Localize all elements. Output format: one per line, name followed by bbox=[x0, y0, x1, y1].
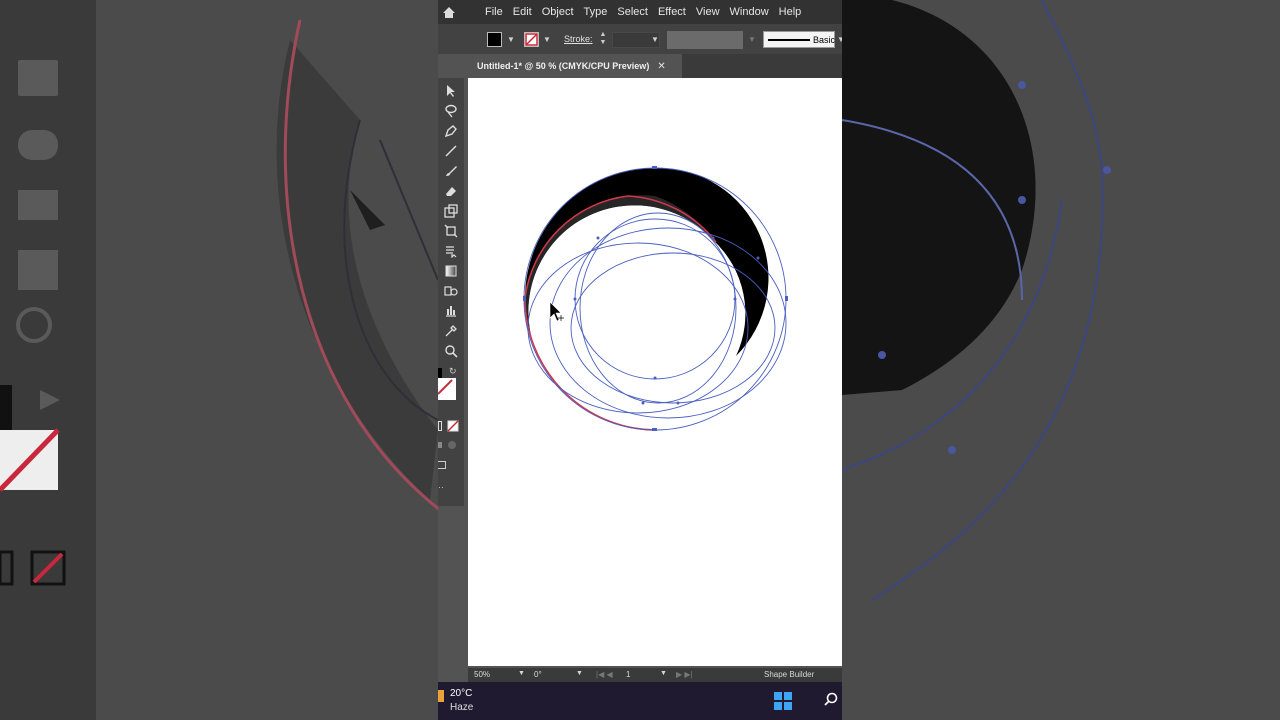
brush-definition-select[interactable]: Basic bbox=[763, 31, 835, 48]
gradient-tool-icon bbox=[445, 265, 457, 277]
zoom-tool[interactable] bbox=[441, 342, 461, 360]
weather-temperature[interactable]: 20°C bbox=[450, 688, 472, 699]
document-tab-bar: Untitled-1* @ 50 % (CMYK/CPU Preview) ✕ bbox=[468, 54, 842, 78]
control-bar: ▼ ▼ Stroke: ▲ ▼ ▼ ▼ Basic ▼ bbox=[438, 24, 842, 54]
none-mode-icon[interactable] bbox=[447, 420, 459, 432]
windows-taskbar: 20°C Haze bbox=[438, 682, 842, 720]
eyedropper-tool[interactable] bbox=[441, 322, 461, 340]
brush-dropdown-icon[interactable]: ▼ bbox=[837, 35, 842, 44]
right-zoom-artwork bbox=[842, 0, 1111, 601]
brush-definition-label: Basic bbox=[813, 35, 836, 45]
swap-fill-stroke-icon[interactable]: ↻ bbox=[449, 366, 457, 377]
weather-icon[interactable] bbox=[438, 690, 444, 702]
menu-effect[interactable]: Effect bbox=[653, 0, 691, 24]
eraser-tool[interactable] bbox=[441, 182, 461, 200]
artboard-nav-next-icon[interactable]: ▶ ▶| bbox=[676, 670, 693, 679]
lasso-tool[interactable] bbox=[441, 102, 461, 120]
line-tool-icon bbox=[445, 145, 457, 157]
draw-mode-buttons bbox=[438, 440, 462, 450]
menu-bar: File Edit Object Type Select Effect View… bbox=[438, 0, 842, 24]
right-zoom-background bbox=[842, 0, 1280, 720]
fill-stroke-widget[interactable]: ↻ bbox=[438, 366, 462, 414]
zoom-level[interactable]: 50% bbox=[474, 670, 490, 679]
document-tab[interactable]: Untitled-1* @ 50 % (CMYK/CPU Preview) ✕ bbox=[468, 54, 682, 78]
selection-tool[interactable] bbox=[441, 82, 461, 100]
draw-normal-icon[interactable] bbox=[438, 442, 442, 448]
shape-builder-tool[interactable] bbox=[441, 242, 461, 260]
left-zoom-artwork bbox=[0, 19, 438, 586]
menu-view[interactable]: View bbox=[691, 0, 725, 24]
menu-select[interactable]: Select bbox=[612, 0, 653, 24]
screen: File Edit Object Type Select Effect View… bbox=[0, 0, 1280, 720]
close-icon[interactable]: ✕ bbox=[657, 61, 665, 72]
document-tab-title: Untitled-1* @ 50 % (CMYK/CPU Preview) bbox=[477, 61, 650, 71]
current-tool-label: Shape Builder bbox=[764, 670, 815, 679]
rotation-dropdown-icon[interactable]: ▼ bbox=[576, 670, 583, 677]
pen-tool[interactable] bbox=[441, 122, 461, 140]
zoom-dropdown-icon[interactable]: ▼ bbox=[518, 670, 525, 677]
none-swatch-icon bbox=[438, 379, 453, 395]
stroke-weight-dropdown-icon[interactable]: ▼ bbox=[651, 35, 659, 44]
screen-mode-icon[interactable] bbox=[438, 461, 446, 469]
graph-tool[interactable] bbox=[441, 302, 461, 320]
stroke-proxy[interactable] bbox=[438, 378, 456, 400]
eraser-tool-icon bbox=[446, 187, 456, 196]
selection-tool-icon bbox=[447, 85, 455, 97]
fill-dropdown-icon[interactable]: ▼ bbox=[507, 35, 515, 44]
lasso-tool-icon bbox=[445, 104, 457, 118]
symbol-sprayer-icon bbox=[444, 286, 458, 296]
menu-file[interactable]: File bbox=[480, 0, 508, 24]
color-mode-icon[interactable] bbox=[438, 421, 442, 431]
artboard-nav-first-icon[interactable]: |◀ ◀ bbox=[596, 670, 613, 679]
brush-line-preview bbox=[768, 39, 810, 41]
paintbrush-tool-icon bbox=[446, 166, 457, 176]
symbol-sprayer-tool[interactable] bbox=[441, 282, 461, 300]
menu-object[interactable]: Object bbox=[537, 0, 579, 24]
artboard[interactable] bbox=[468, 78, 842, 666]
stroke-weight-stepper[interactable]: ▲ ▼ bbox=[598, 31, 608, 47]
menu-type[interactable]: Type bbox=[579, 0, 613, 24]
windows-start-icon[interactable] bbox=[774, 692, 792, 710]
pen-tool-icon bbox=[444, 125, 457, 138]
status-bar: 50% ▼ 0° ▼ |◀ ◀ 1 ▼ ▶ ▶| Shape Builder bbox=[468, 668, 842, 682]
fill-color-swatch[interactable] bbox=[487, 32, 502, 47]
stroke-label[interactable]: Stroke: bbox=[564, 34, 593, 44]
home-icon bbox=[443, 6, 455, 18]
menu-items: File Edit Object Type Select Effect View… bbox=[480, 0, 806, 24]
artboard-number[interactable]: 1 bbox=[626, 670, 630, 679]
stroke-dropdown-icon[interactable]: ▼ bbox=[543, 35, 551, 44]
tools-panel: ↻ ·· bbox=[438, 78, 464, 506]
home-button[interactable] bbox=[438, 0, 460, 24]
stroke-none-icon bbox=[525, 33, 538, 46]
shape-builder-icon bbox=[446, 246, 457, 258]
left-zoom-background bbox=[0, 0, 438, 720]
mouse-cursor bbox=[549, 301, 564, 322]
artboard-dropdown-icon[interactable]: ▼ bbox=[660, 670, 667, 677]
free-transform-tool[interactable] bbox=[441, 222, 461, 240]
gradient-tool[interactable] bbox=[441, 262, 461, 280]
line-tool[interactable] bbox=[441, 142, 461, 160]
scale-tool-icon bbox=[444, 204, 458, 218]
rotation-value[interactable]: 0° bbox=[534, 670, 542, 679]
menu-edit[interactable]: Edit bbox=[508, 0, 537, 24]
eyedropper-tool-icon bbox=[445, 325, 457, 337]
search-icon[interactable] bbox=[824, 692, 838, 706]
menu-help[interactable]: Help bbox=[774, 0, 807, 24]
stroke-color-swatch[interactable] bbox=[524, 32, 539, 47]
scale-tool[interactable] bbox=[441, 202, 461, 220]
menu-window[interactable]: Window bbox=[725, 0, 774, 24]
paintbrush-tool[interactable] bbox=[441, 162, 461, 180]
variable-width-profile[interactable] bbox=[667, 31, 743, 49]
free-transform-icon bbox=[444, 224, 458, 238]
color-mode-buttons bbox=[438, 420, 462, 432]
canvas-area[interactable] bbox=[468, 78, 842, 668]
draw-behind-icon[interactable] bbox=[448, 441, 456, 449]
edit-toolbar-icon[interactable]: ·· bbox=[438, 483, 444, 492]
profile-dropdown-icon[interactable]: ▼ bbox=[748, 35, 756, 44]
zoom-tool-icon bbox=[445, 345, 458, 358]
artwork[interactable] bbox=[468, 78, 842, 666]
graph-tool-icon bbox=[446, 306, 456, 317]
weather-condition[interactable]: Haze bbox=[450, 702, 473, 713]
illustrator-window: File Edit Object Type Select Effect View… bbox=[438, 0, 842, 720]
